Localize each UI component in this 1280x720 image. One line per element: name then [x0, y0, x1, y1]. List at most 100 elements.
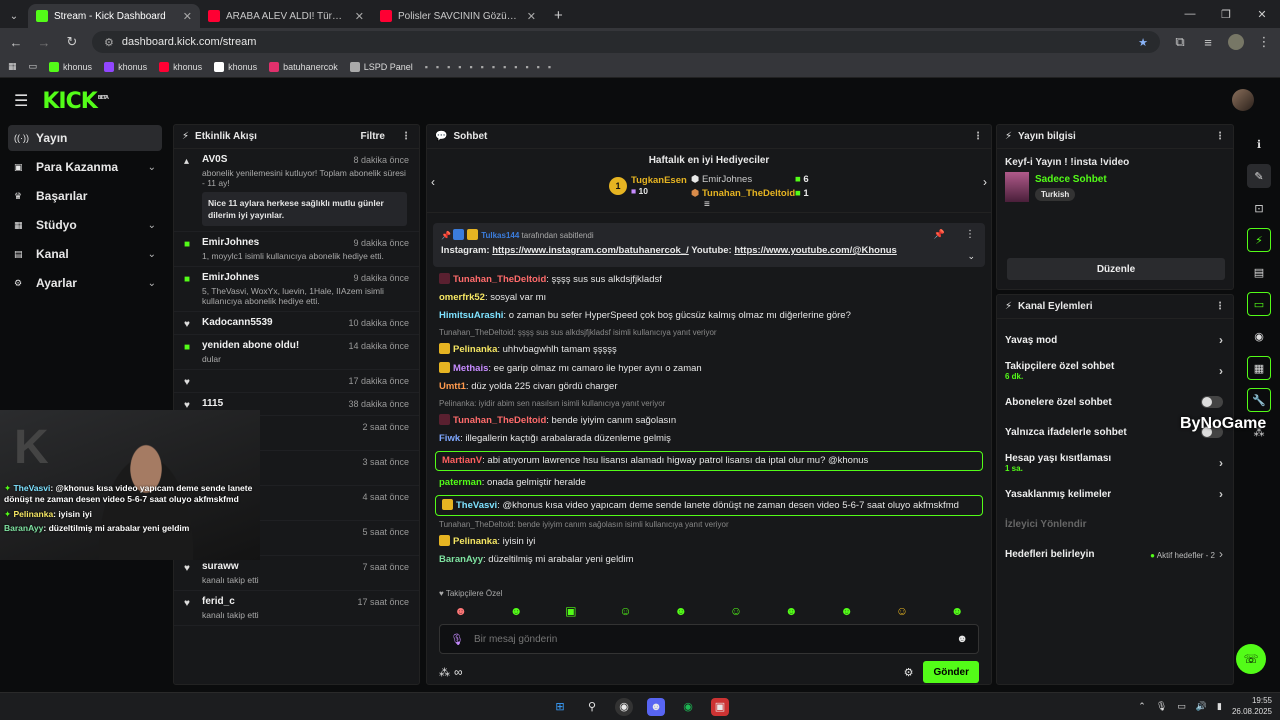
reply-context[interactable]: Tunahan_TheDeltoid: şşşş sus sus alkdsjf…: [427, 328, 991, 337]
tray-chevron-icon[interactable]: ⌃: [1138, 701, 1146, 712]
message-input[interactable]: [473, 633, 947, 645]
kick-logo[interactable]: KICKBETA: [42, 89, 109, 114]
emote-icon[interactable]: ☻: [674, 604, 687, 618]
bookmark-star-icon[interactable]: ★: [1138, 36, 1148, 49]
folder-icon[interactable]: ▭: [29, 61, 38, 72]
chat-username[interactable]: MartianV: [442, 455, 482, 466]
unpin-icon[interactable]: 📌: [934, 229, 945, 240]
chevron-down-icon[interactable]: ⌄: [148, 220, 156, 231]
chevron-down-icon[interactable]: ⌄: [148, 278, 156, 289]
reply-context[interactable]: Pelinanka: iyidir abim sen nasılsın isim…: [427, 399, 991, 408]
next-gifters-button[interactable]: ›: [983, 175, 987, 189]
apps-grid-icon[interactable]: ▦: [8, 61, 17, 72]
pinned-link-instagram[interactable]: https://www.instagram.com/batuhanercok_/: [492, 245, 689, 256]
send-button[interactable]: Gönder: [923, 661, 979, 683]
activity-event[interactable]: ▴ AV0S 8 dakika önce abonelik yenilemesini …: [174, 149, 419, 232]
sidebar-item[interactable]: ((·)) Yayın: [8, 125, 162, 151]
browser-tab[interactable]: Stream - Kick Dashboard ✕: [28, 4, 200, 28]
chat-username[interactable]: omerfrk52: [439, 292, 485, 303]
reply-context[interactable]: Tunahan_TheDeltoid: bende iyiyim canım s…: [427, 520, 991, 529]
emote-icon[interactable]: ▣: [565, 604, 576, 618]
tab-close-icon[interactable]: ✕: [527, 10, 536, 23]
new-tab-button[interactable]: +: [554, 7, 563, 24]
chat-username[interactable]: Tunahan_TheDeltoid: [453, 274, 546, 285]
emote-icon[interactable]: ☺: [896, 604, 908, 618]
emote-icon[interactable]: ☺: [730, 604, 742, 618]
channel-action-item[interactable]: Yasaklanmış kelimeler ›: [997, 479, 1233, 509]
channel-action-item[interactable]: İzleyici Yönlendir: [997, 509, 1233, 539]
pinned-by-user[interactable]: Tulkas144: [481, 231, 519, 240]
start-icon[interactable]: ⊞: [551, 698, 569, 716]
emote-icon[interactable]: ☻: [785, 604, 798, 618]
sidebar-item[interactable]: ⚙ Ayarlar ⌄: [8, 270, 162, 296]
channel-action-item[interactable]: Abonelere özel sohbet: [997, 387, 1233, 417]
infinity-icon[interactable]: ∞: [454, 665, 463, 679]
chevron-down-icon[interactable]: ⌄: [148, 249, 156, 260]
channel-action-item[interactable]: Yavaş mod ›: [997, 325, 1233, 355]
sidebar-item[interactable]: ▣ Para Kazanma ⌄: [8, 154, 162, 180]
chat-tools-icon[interactable]: ⁂: [439, 666, 450, 679]
chat-username[interactable]: Pelinanka: [453, 344, 497, 355]
chevron-right-icon[interactable]: ›: [1219, 333, 1223, 347]
channel-action-item[interactable]: Hesap yaşı kısıtlaması 1 sa. ›: [997, 447, 1233, 479]
chevron-down-icon[interactable]: ⌄: [148, 162, 156, 173]
browser-tab[interactable]: ARABA ALEV ALDI! Türkiye'de Y ✕: [200, 4, 372, 28]
maximize-button[interactable]: ❐: [1208, 0, 1244, 28]
channel-actions-menu-icon[interactable]: ⋮: [1215, 301, 1225, 312]
chevron-right-icon[interactable]: ›: [1219, 487, 1223, 501]
support-chat-button[interactable]: ☏: [1236, 644, 1266, 674]
toggle-switch[interactable]: [1201, 396, 1223, 408]
bookmark-icon-row[interactable]: ▪▪▪▪▪▪▪▪▪▪▪▪: [425, 62, 559, 72]
wrench-icon[interactable]: 🔧: [1247, 388, 1271, 412]
chat-menu-icon[interactable]: ⋮: [973, 131, 983, 142]
sidebar-item[interactable]: ▤ Kanal ⌄: [8, 241, 162, 267]
stream-category[interactable]: Sadece Sohbet: [1035, 174, 1107, 185]
document-icon[interactable]: ▤: [1247, 260, 1271, 284]
forward-button[interactable]: →: [36, 35, 52, 50]
pinned-link-youtube[interactable]: https://www.youtube.com/@Khonus: [734, 245, 897, 256]
sidebar-item[interactable]: ▦ Stüdyo ⌄: [8, 212, 162, 238]
activity-event[interactable]: ♥ 17 dakika önce: [174, 370, 419, 393]
edit-stream-button[interactable]: Düzenle: [1007, 258, 1225, 280]
info-icon[interactable]: ℹ: [1247, 132, 1271, 156]
volume-icon[interactable]: 🔊: [1196, 701, 1207, 712]
extensions-icon[interactable]: ⧉: [1172, 34, 1188, 50]
top-gifter-2-name[interactable]: EmirJohnes: [702, 174, 752, 185]
chat-settings-icon[interactable]: ⚙: [904, 666, 914, 679]
minimize-button[interactable]: —: [1172, 0, 1208, 28]
chat-username[interactable]: Methais: [453, 363, 488, 374]
close-window-button[interactable]: ✕: [1244, 0, 1280, 28]
activity-event[interactable]: ♥ Kadocann5539 10 dakika önce: [174, 312, 419, 335]
hamburger-menu-icon[interactable]: ☰: [14, 91, 28, 111]
bookmark-item[interactable]: khonus: [49, 61, 92, 72]
media-icon[interactable]: ≡: [1200, 35, 1216, 50]
network-icon[interactable]: ▭: [1177, 701, 1186, 712]
reload-button[interactable]: ↻: [64, 34, 80, 50]
profile-avatar[interactable]: [1228, 34, 1244, 50]
user-avatar[interactable]: [1232, 89, 1254, 111]
message-input-box[interactable]: 🎙 ☻: [439, 624, 979, 654]
chat-username[interactable]: Fiwk: [439, 433, 460, 444]
channel-action-item[interactable]: Takipçilere özel sohbet 6 dk. ›: [997, 355, 1233, 387]
search-icon[interactable]: ⚲: [583, 698, 601, 716]
pinned-menu-icon[interactable]: ⋮: [965, 229, 975, 240]
emote-icon[interactable]: ☺: [619, 604, 631, 618]
tab-close-icon[interactable]: ✕: [183, 10, 192, 23]
battery-icon[interactable]: ▮: [1217, 701, 1222, 712]
filter-button[interactable]: Filtre: [361, 131, 385, 142]
activity-event[interactable]: ♥ suraww 7 saat önce kanalı takip etti: [174, 556, 419, 591]
edit-icon[interactable]: ✎: [1247, 164, 1271, 188]
stream-info-menu-icon[interactable]: ⋮: [1215, 131, 1225, 142]
chat-toggle-icon[interactable]: ▭: [1247, 292, 1271, 316]
chat-username[interactable]: BaranAyy: [439, 554, 483, 565]
collapse-pinned-icon[interactable]: ⌄: [967, 251, 975, 262]
spotify-icon[interactable]: ◉: [679, 698, 697, 716]
bookmark-item[interactable]: LSPD Panel: [349, 61, 413, 72]
chat-username[interactable]: Tunahan_TheDeltoid: [453, 415, 546, 426]
mic-icon[interactable]: 🎙: [450, 633, 464, 646]
app-icon[interactable]: ▣: [711, 697, 729, 716]
tab-search-button[interactable]: ⌄: [0, 4, 28, 28]
mic-tray-icon[interactable]: 🎙: [1156, 701, 1167, 712]
broadcast-icon[interactable]: ◉: [1247, 324, 1271, 348]
browser-menu-icon[interactable]: ⋮: [1256, 34, 1272, 50]
